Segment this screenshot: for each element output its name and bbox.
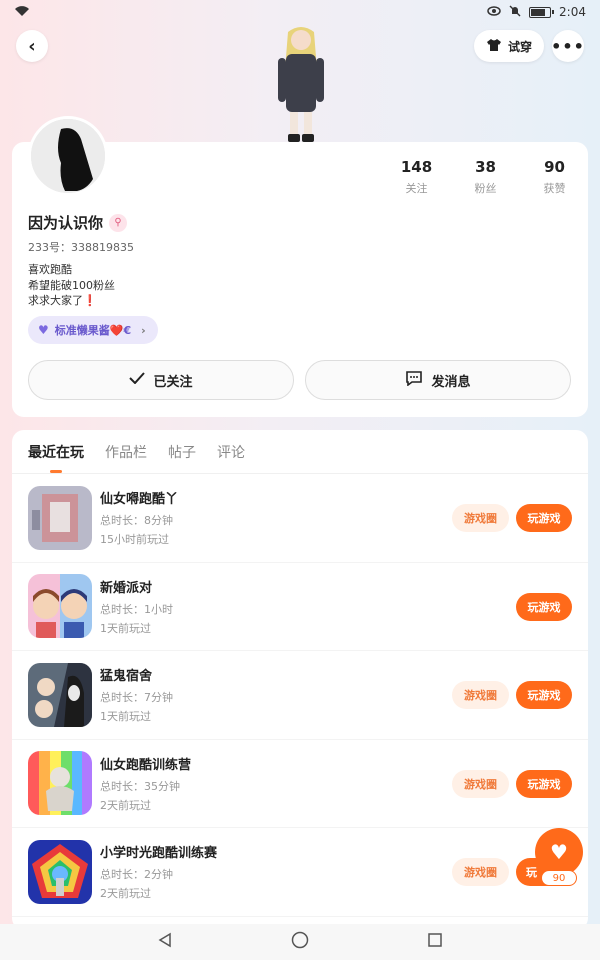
profile-avatar[interactable] — [28, 116, 108, 196]
game-last-played: 1天前玩过 — [100, 710, 151, 724]
game-row[interactable]: 仙女跑酷训练营 总时长：35分钟 2天前玩过 游戏圈 玩游戏 — [12, 740, 588, 828]
play-game-button[interactable]: 玩游戏 — [516, 681, 572, 709]
nav-back-icon[interactable] — [157, 932, 173, 952]
game-name: 猛鬼宿舍 — [100, 669, 153, 685]
system-nav-bar — [0, 924, 600, 960]
stat-value: 90 — [544, 158, 565, 176]
game-info: 小学时光跑酷训练赛 总时长：2分钟 2天前玩过 — [100, 842, 217, 901]
mute-icon — [509, 5, 521, 20]
nickname: 因为认识你 ⚲ — [28, 212, 128, 233]
follow-label: 已关注 — [153, 374, 193, 390]
game-duration: 总时长：2分钟 — [100, 868, 173, 882]
avatar-figure — [268, 22, 334, 144]
user-id: 233号：338819835 — [28, 241, 134, 254]
game-last-played: 15小时前玩过 — [100, 533, 169, 547]
tab-recent[interactable]: 最近在玩 — [28, 430, 84, 474]
title-badge[interactable]: ♥ 标准懒果酱❤️€ › — [28, 316, 158, 344]
game-name: 仙女跑酷训练营 — [100, 757, 192, 773]
game-last-played: 1天前玩过 — [100, 621, 151, 635]
stat-value: 38 — [475, 158, 496, 176]
nickname-text: 因为认识你 — [28, 214, 104, 232]
game-circle-button[interactable]: 游戏圈 — [452, 769, 509, 798]
game-icon[interactable] — [28, 839, 92, 904]
game-name: 小学时光跑酷训练赛 — [100, 846, 218, 862]
game-icon[interactable] — [28, 662, 92, 727]
game-circle-button[interactable]: 游戏圈 — [452, 858, 509, 886]
follow-button[interactable]: 已关注 — [28, 360, 294, 400]
try-on-label: 试穿 — [507, 39, 532, 54]
game-icon[interactable] — [28, 574, 92, 639]
search-icon[interactable]: ⚲ — [109, 213, 128, 232]
bio-line: 希望能破100粉丝 — [28, 278, 115, 292]
stat-likes[interactable]: 90 获赞 — [520, 158, 589, 196]
chevron-right-icon: › — [141, 323, 146, 337]
game-last-played: 2天前玩过 — [100, 887, 151, 901]
game-icon[interactable] — [28, 485, 92, 550]
clock: 2:04 — [559, 5, 586, 19]
more-button[interactable]: ••• — [551, 30, 585, 62]
game-last-played: 2天前玩过 — [100, 798, 151, 812]
try-on-button[interactable]: 试穿 — [474, 30, 544, 62]
tab-bar: 最近在玩 作品栏 帖子 评论 — [12, 430, 588, 474]
game-info: 仙女跑酷训练营 总时长：35分钟 2天前玩过 — [100, 754, 191, 813]
nav-recents-icon[interactable] — [427, 932, 443, 952]
chat-icon — [405, 370, 423, 390]
status-right: 2:04 — [487, 5, 586, 20]
game-info: 猛鬼宿舍 总时长：7分钟 1天前玩过 — [100, 665, 173, 724]
floating-like-count: 90 — [541, 870, 577, 886]
profile-card: 148 关注 38 粉丝 90 获赞 因为认识你 ⚲ 233号：33881983… — [12, 116, 589, 417]
game-row[interactable]: 新婚派对 总时长：1小时 1天前玩过 玩游戏 — [12, 563, 588, 651]
game-name: 仙女嘚跑酷丫 — [100, 492, 179, 508]
battery-icon — [529, 6, 555, 18]
wifi-icon — [14, 5, 30, 20]
exclamation-icon: ❗ — [83, 294, 97, 307]
bio-line-text: 求求大家了 — [28, 294, 83, 307]
game-row[interactable]: 小学时光跑酷训练赛 总时长：2分钟 2天前玩过 游戏圈 玩 — [12, 828, 588, 917]
game-duration: 总时长：1小时 — [100, 602, 173, 616]
nav-home-icon[interactable] — [291, 931, 309, 953]
heart-icon: ♥ — [550, 840, 568, 864]
shirt-icon — [486, 38, 502, 55]
message-button[interactable]: 发消息 — [305, 360, 571, 400]
play-game-button[interactable]: 玩游戏 — [516, 504, 572, 532]
floating-like-button[interactable]: ♥ — [535, 828, 583, 876]
stat-fans[interactable]: 38 粉丝 — [451, 158, 520, 196]
play-game-button[interactable]: 玩游戏 — [516, 592, 572, 621]
game-circle-button[interactable]: 游戏圈 — [452, 681, 509, 709]
stat-label: 获赞 — [543, 182, 566, 195]
play-game-button[interactable]: 玩游戏 — [516, 769, 572, 798]
back-button[interactable]: ‹ — [16, 30, 48, 62]
stat-value: 148 — [400, 158, 433, 176]
stat-label: 粉丝 — [474, 182, 497, 195]
check-icon — [129, 372, 146, 388]
bio-line: 求求大家了❗ — [28, 293, 115, 309]
eye-icon — [487, 5, 501, 19]
more-icon: ••• — [551, 36, 585, 56]
recent-games-card: 最近在玩 作品栏 帖子 评论 仙女嘚跑酷丫 总时长：8分钟 15小时前玩过 游戏… — [12, 430, 588, 930]
game-info: 仙女嘚跑酷丫 总时长：8分钟 15小时前玩过 — [100, 488, 178, 547]
tab-works[interactable]: 作品栏 — [105, 430, 147, 474]
game-row[interactable]: 仙女嘚跑酷丫 总时长：8分钟 15小时前玩过 游戏圈 玩游戏 — [12, 474, 588, 563]
bio: 喜欢跑酷 希望能破100粉丝 求求大家了❗ — [28, 262, 115, 309]
game-row[interactable]: 猛鬼宿舍 总时长：7分钟 1天前玩过 游戏圈 玩游戏 — [12, 651, 588, 740]
chevron-left-icon: ‹ — [28, 35, 36, 57]
bio-line: 喜欢跑酷 — [28, 263, 72, 276]
game-icon[interactable] — [28, 751, 92, 816]
tab-posts[interactable]: 帖子 — [168, 430, 196, 474]
game-name: 新婚派对 — [100, 580, 153, 596]
game-duration: 总时长：8分钟 — [100, 514, 173, 528]
game-duration: 总时长：7分钟 — [100, 691, 173, 705]
message-label: 发消息 — [431, 374, 471, 390]
stat-label: 关注 — [405, 182, 428, 195]
stat-following[interactable]: 148 关注 — [382, 158, 451, 196]
status-bar: 2:04 — [0, 0, 600, 24]
title-badge-label: 标准懒果酱❤️€ — [54, 324, 132, 337]
game-circle-button[interactable]: 游戏圈 — [452, 504, 509, 532]
tab-comments[interactable]: 评论 — [217, 430, 245, 474]
stats: 148 关注 38 粉丝 90 获赞 — [382, 158, 589, 196]
game-duration: 总时长：35分钟 — [100, 779, 180, 793]
game-info: 新婚派对 总时长：1小时 1天前玩过 — [100, 577, 173, 636]
heart-icon: ♥ — [38, 323, 49, 337]
